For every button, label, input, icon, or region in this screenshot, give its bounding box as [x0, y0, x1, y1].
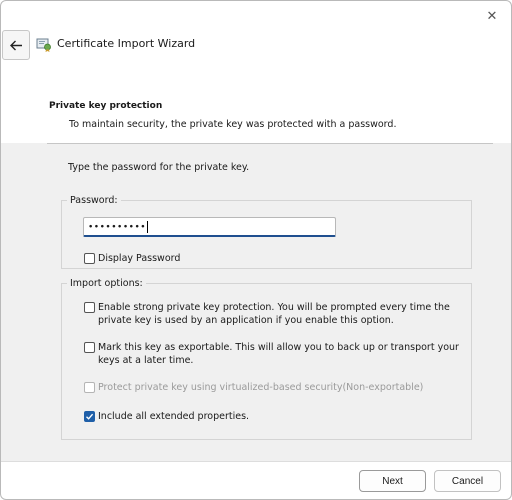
exportable-checkbox[interactable]	[84, 342, 95, 353]
back-button[interactable]	[2, 30, 30, 60]
extended-properties-label: Include all extended properties.	[98, 411, 250, 422]
close-button[interactable]: ✕	[481, 5, 503, 27]
next-button[interactable]: Next	[359, 470, 426, 492]
strong-protection-option[interactable]: Enable strong private key protection. Yo…	[84, 301, 450, 327]
section-title: Private key protection	[49, 101, 163, 111]
import-options-label: Import options:	[70, 278, 143, 289]
virtualized-security-checkbox	[84, 382, 95, 393]
exportable-option[interactable]: Mark this key as exportable. This will a…	[84, 341, 459, 367]
display-password-label: Display Password	[98, 253, 181, 264]
extended-properties-option[interactable]: Include all extended properties.	[84, 410, 249, 423]
password-value: ••••••••••	[88, 222, 147, 233]
password-field[interactable]: ••••••••••	[83, 217, 336, 237]
text-caret	[147, 221, 149, 233]
wizard-window: ✕ Certificate Import Wizard Private key …	[0, 0, 512, 500]
wizard-title: Certificate Import Wizard	[57, 37, 196, 50]
page-header: Private key protection To maintain secur…	[1, 61, 511, 143]
virtualized-security-label: Protect private key using virtualized-ba…	[98, 382, 424, 393]
strong-protection-label: Enable strong private key protection. Yo…	[98, 302, 450, 326]
wizard-content: Private key protection To maintain secur…	[1, 61, 511, 461]
close-icon: ✕	[486, 8, 498, 24]
footer-divider	[1, 461, 511, 462]
strong-protection-checkbox[interactable]	[84, 302, 95, 313]
display-password-checkbox-row[interactable]: Display Password	[84, 252, 180, 265]
checkmark-icon	[86, 413, 94, 420]
exportable-label: Mark this key as exportable. This will a…	[98, 342, 459, 366]
import-options-group: Import options: Enable strong private ke…	[61, 278, 472, 440]
header-divider	[47, 143, 493, 144]
certificate-icon	[36, 38, 51, 52]
cancel-button[interactable]: Cancel	[434, 470, 501, 492]
section-description: To maintain security, the private key wa…	[69, 119, 397, 130]
password-instruction: Type the password for the private key.	[68, 162, 250, 173]
display-password-checkbox[interactable]	[84, 253, 95, 264]
virtualized-security-option: Protect private key using virtualized-ba…	[84, 381, 423, 394]
extended-properties-checkbox[interactable]	[84, 411, 95, 422]
back-arrow-icon	[9, 40, 22, 50]
password-group: Password: •••••••••• Display Password	[61, 195, 472, 269]
password-group-label: Password:	[70, 195, 118, 206]
